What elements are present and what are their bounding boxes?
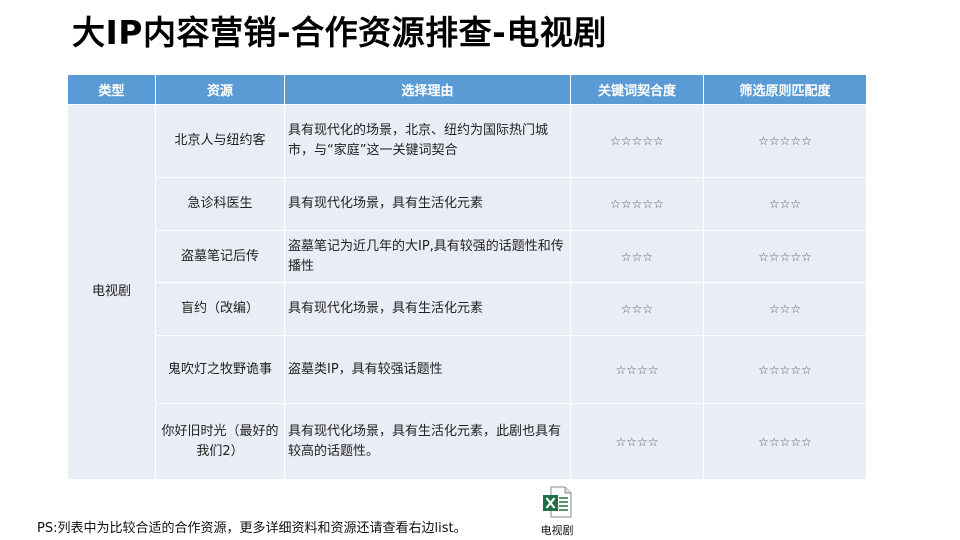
resource-reason: 具有现代化场景，具有生活化元素: [284, 177, 571, 231]
criteria-fit-rating: ☆☆☆: [703, 177, 867, 231]
keyword-fit-rating: ☆☆☆☆☆: [570, 104, 704, 178]
type-cell: 电视剧: [67, 104, 156, 480]
header-keyword-fit: 关键词契合度: [570, 74, 704, 105]
resource-reason: 具有现代化场景，具有生活化元素: [284, 282, 571, 336]
resource-name: 北京人与纽约客: [155, 104, 285, 178]
header-criteria-fit: 筛选原则匹配度: [703, 74, 867, 105]
page-title: 大IP内容营销-合作资源排查-电视剧: [72, 13, 607, 52]
resource-name: 盲约（改编）: [155, 282, 285, 336]
attachment-file[interactable]: 电视剧: [532, 486, 582, 538]
resource-reason: 具有现代化的场景，北京、纽约为国际热门城市，与“家庭”这一关键词契合: [284, 104, 571, 178]
resource-name: 急诊科医生: [155, 177, 285, 231]
table-row: 鬼吹灯之牧野诡事 盗墓类IP，具有较强话题性 ☆☆☆☆ ☆☆☆☆☆: [68, 335, 867, 404]
resource-name: 盗墓笔记后传: [155, 230, 285, 283]
criteria-fit-rating: ☆☆☆: [703, 282, 867, 336]
resource-reason: 盗墓笔记为近几年的大IP,具有较强的话题性和传播性: [284, 230, 571, 283]
table-row: 急诊科医生 具有现代化场景，具有生活化元素 ☆☆☆☆☆ ☆☆☆: [68, 177, 867, 231]
keyword-fit-rating: ☆☆☆☆: [570, 403, 704, 480]
table-row: 盗墓笔记后传 盗墓笔记为近几年的大IP,具有较强的话题性和传播性 ☆☆☆ ☆☆☆…: [68, 230, 867, 283]
resource-name: 你好旧时光（最好的我们2）: [155, 403, 285, 480]
keyword-fit-rating: ☆☆☆☆☆: [570, 177, 704, 231]
criteria-fit-rating: ☆☆☆☆☆: [703, 104, 867, 178]
criteria-fit-rating: ☆☆☆☆☆: [703, 335, 867, 404]
table-header-row: 类型 资源 选择理由 关键词契合度 筛选原则匹配度: [67, 74, 867, 105]
keyword-fit-rating: ☆☆☆: [570, 282, 704, 336]
table-row: 盲约（改编） 具有现代化场景，具有生活化元素 ☆☆☆ ☆☆☆: [68, 282, 867, 336]
attachment-label[interactable]: 电视剧: [532, 522, 582, 538]
footnote: PS:列表中为比较合适的合作资源，更多详细资料和资源还请查看右边list。: [37, 521, 467, 536]
table-row: 你好旧时光（最好的我们2） 具有现代化场景，具有生活化元素，此剧也具有较高的话题…: [68, 403, 867, 480]
table-row: 电视剧 北京人与纽约客 具有现代化的场景，北京、纽约为国际热门城市，与“家庭”这…: [67, 104, 867, 480]
keyword-fit-rating: ☆☆☆: [570, 230, 704, 283]
resource-name: 鬼吹灯之牧野诡事: [155, 335, 285, 404]
header-resource: 资源: [155, 74, 285, 105]
criteria-fit-rating: ☆☆☆☆☆: [703, 403, 867, 480]
resource-table: 类型 资源 选择理由 关键词契合度 筛选原则匹配度 电视剧 北京人与纽约客 具有…: [67, 74, 867, 480]
keyword-fit-rating: ☆☆☆☆: [570, 335, 704, 404]
resource-reason: 具有现代化场景，具有生活化元素，此剧也具有较高的话题性。: [284, 403, 571, 480]
resource-reason: 盗墓类IP，具有较强话题性: [284, 335, 571, 404]
excel-file-icon[interactable]: [542, 486, 572, 518]
header-type: 类型: [67, 74, 156, 105]
criteria-fit-rating: ☆☆☆☆☆: [703, 230, 867, 283]
header-reason: 选择理由: [284, 74, 571, 105]
